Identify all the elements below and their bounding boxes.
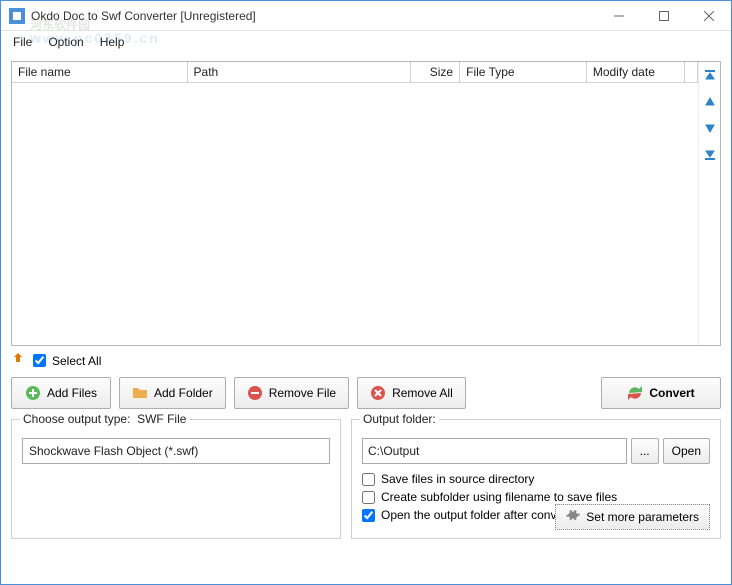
app-icon [9, 8, 25, 24]
minus-icon [247, 385, 263, 401]
open-after-checkbox[interactable] [362, 509, 375, 522]
close-button[interactable] [686, 1, 731, 31]
convert-button[interactable]: Convert [601, 377, 721, 409]
window-title: Okdo Doc to Swf Converter [Unregistered] [31, 9, 596, 23]
reorder-controls [698, 62, 720, 345]
up-arrow-icon [13, 352, 27, 369]
col-extra [685, 62, 698, 82]
move-down-button[interactable] [702, 120, 718, 136]
col-modifydate[interactable]: Modify date [586, 62, 684, 82]
move-top-button[interactable] [702, 68, 718, 84]
save-source-label: Save files in source directory [381, 472, 534, 486]
convert-label: Convert [649, 386, 694, 400]
open-folder-button[interactable]: Open [663, 438, 710, 464]
create-subfolder-checkbox[interactable] [362, 491, 375, 504]
select-all-label: Select All [52, 354, 101, 368]
add-files-button[interactable]: Add Files [11, 377, 111, 409]
output-type-select[interactable]: Shockwave Flash Object (*.swf) [22, 438, 330, 464]
more-parameters-label: Set more parameters [586, 510, 699, 524]
col-filename[interactable]: File name [12, 62, 187, 82]
menu-help[interactable]: Help [92, 32, 133, 52]
output-folder-input[interactable] [362, 438, 627, 464]
table-header-row: File name Path Size File Type Modify dat… [12, 62, 698, 82]
folder-icon [132, 385, 148, 401]
col-filetype[interactable]: File Type [460, 62, 587, 82]
title-bar: Okdo Doc to Swf Converter [Unregistered] [1, 1, 731, 31]
remove-file-label: Remove File [269, 386, 336, 400]
x-icon [370, 385, 386, 401]
create-subfolder-label: Create subfolder using filename to save … [381, 490, 617, 504]
output-type-panel: Choose output type: SWF File Shockwave F… [11, 419, 341, 539]
remove-all-button[interactable]: Remove All [357, 377, 466, 409]
col-size[interactable]: Size [410, 62, 460, 82]
toolbar: Add Files Add Folder Remove File Remove … [11, 377, 721, 409]
output-folder-panel: Output folder: ... Open Save files in so… [351, 419, 721, 539]
add-folder-button[interactable]: Add Folder [119, 377, 226, 409]
add-folder-label: Add Folder [154, 386, 213, 400]
browse-button[interactable]: ... [631, 438, 659, 464]
more-parameters-button[interactable]: Set more parameters [555, 504, 710, 530]
select-all-checkbox[interactable] [33, 354, 46, 367]
convert-icon [627, 385, 643, 401]
save-source-checkbox[interactable] [362, 473, 375, 486]
menu-option[interactable]: Option [40, 32, 91, 52]
file-list: File name Path Size File Type Modify dat… [11, 61, 721, 346]
minimize-button[interactable] [596, 1, 641, 31]
menu-file[interactable]: File [5, 32, 40, 52]
gear-icon [566, 509, 580, 526]
menu-bar: File Option Help [1, 31, 731, 53]
remove-file-button[interactable]: Remove File [234, 377, 349, 409]
output-type-label: Choose output type: SWF File [20, 412, 189, 426]
maximize-button[interactable] [641, 1, 686, 31]
move-bottom-button[interactable] [702, 146, 718, 162]
output-folder-label: Output folder: [360, 412, 439, 426]
move-up-button[interactable] [702, 94, 718, 110]
plus-icon [25, 385, 41, 401]
select-all-row: Select All [11, 346, 721, 377]
remove-all-label: Remove All [392, 386, 453, 400]
file-list-scroll[interactable]: File name Path Size File Type Modify dat… [12, 62, 698, 345]
col-path[interactable]: Path [187, 62, 410, 82]
add-files-label: Add Files [47, 386, 97, 400]
